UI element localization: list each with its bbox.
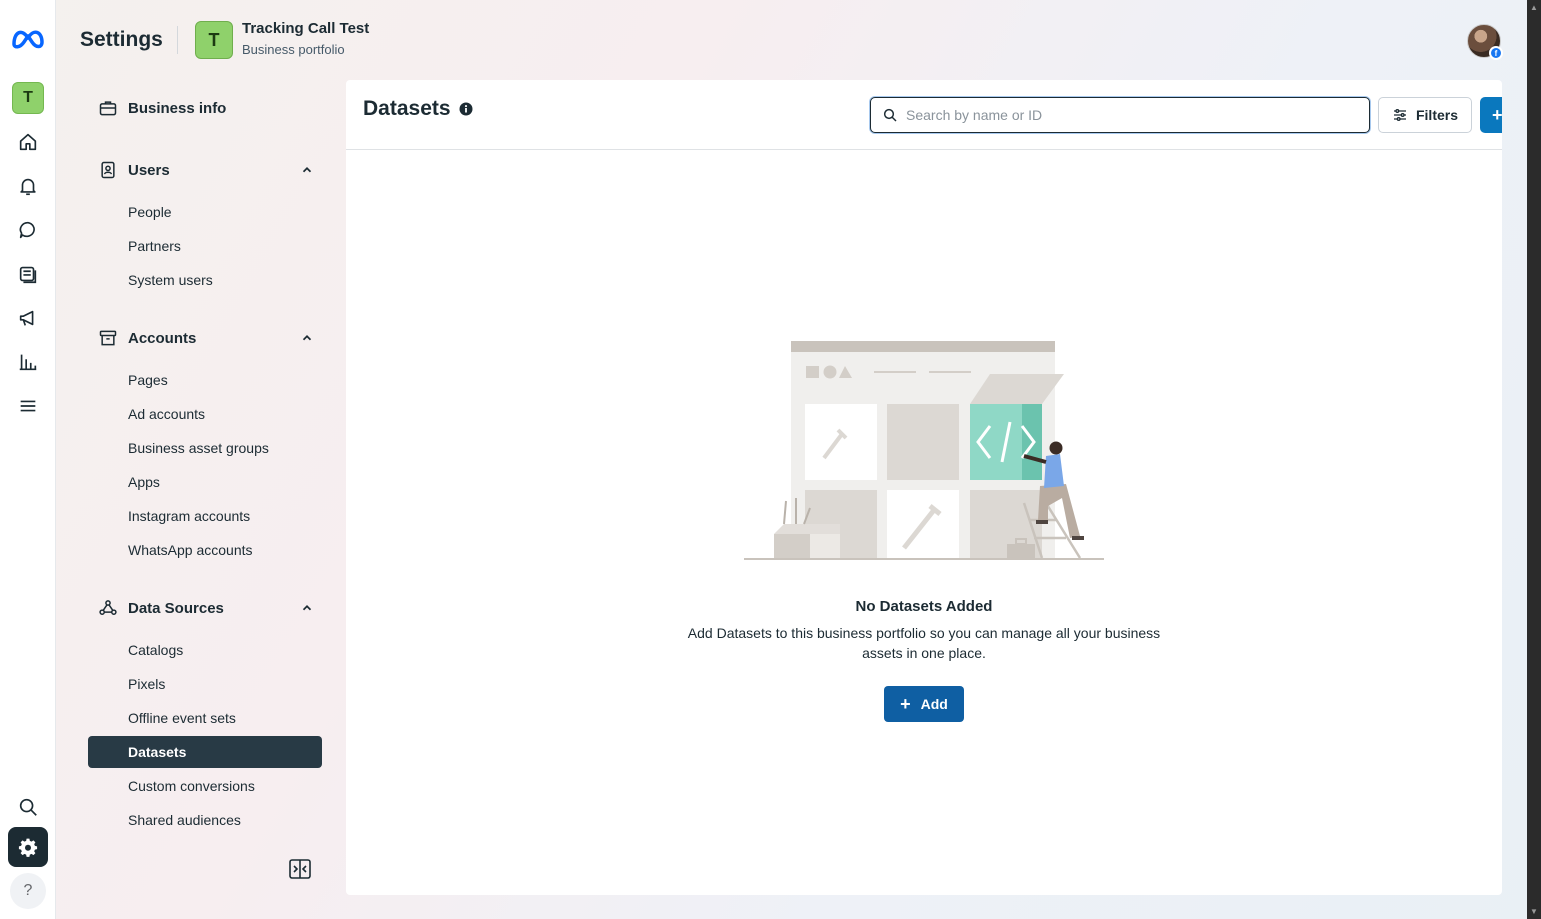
- chevron-up-icon[interactable]: [292, 331, 322, 345]
- scroll-down-icon[interactable]: ▼: [1530, 907, 1538, 916]
- nav-item-custom-conversions[interactable]: Custom conversions: [88, 770, 322, 802]
- search-input[interactable]: [906, 107, 1346, 123]
- filters-label: Filters: [1415, 107, 1458, 123]
- scroll-up-icon[interactable]: ▲: [1530, 3, 1538, 12]
- filters-button[interactable]: Filters: [1378, 97, 1472, 133]
- datasets-panel: Datasets Filters +: [346, 80, 1502, 895]
- help-icon[interactable]: ?: [10, 873, 46, 909]
- bell-icon[interactable]: [16, 174, 40, 198]
- business-subtitle: Business portfolio: [242, 42, 345, 57]
- nav-business-info[interactable]: Business info: [88, 90, 322, 126]
- empty-state-title: No Datasets Added: [855, 598, 993, 615]
- facebook-badge-icon: f: [1489, 46, 1503, 60]
- left-rail: T ?: [0, 0, 56, 919]
- nav-item-offline-event-sets[interactable]: Offline event sets: [88, 702, 322, 734]
- plus-icon: +: [900, 694, 911, 714]
- nav-item-ad-accounts[interactable]: Ad accounts: [88, 398, 322, 430]
- page-title: Datasets: [363, 97, 451, 120]
- nav-section-users[interactable]: Users: [88, 152, 322, 188]
- search-icon: [883, 108, 897, 122]
- user-card-icon: [88, 160, 128, 180]
- header-divider: [177, 26, 178, 54]
- briefcase-icon: [88, 98, 128, 118]
- nav-section-data-sources[interactable]: Data Sources: [88, 590, 322, 626]
- nav-item-pixels[interactable]: Pixels: [88, 668, 322, 700]
- meta-logo-icon[interactable]: [10, 24, 46, 52]
- nav-item-instagram-accounts[interactable]: Instagram accounts: [88, 500, 322, 532]
- business-name[interactable]: Tracking Call Test: [242, 20, 369, 37]
- nav-item-people[interactable]: People: [88, 196, 322, 228]
- business-avatar[interactable]: T: [195, 21, 233, 59]
- chat-icon[interactable]: [16, 218, 40, 242]
- nav-item-partners[interactable]: Partners: [88, 230, 322, 262]
- search-box[interactable]: [870, 97, 1370, 133]
- workspace-avatar[interactable]: T: [12, 82, 44, 114]
- megaphone-icon[interactable]: [16, 306, 40, 330]
- nav-item-system-users[interactable]: System users: [88, 264, 322, 296]
- nav-item-catalogs[interactable]: Catalogs: [88, 634, 322, 666]
- chevron-up-icon[interactable]: [292, 601, 322, 615]
- chevron-up-icon[interactable]: [292, 163, 322, 177]
- settings-button[interactable]: [8, 827, 48, 867]
- page-header-title: Settings: [80, 28, 163, 51]
- insights-icon[interactable]: [16, 350, 40, 374]
- pages-icon[interactable]: [16, 262, 40, 286]
- nav-item-whatsapp-accounts[interactable]: WhatsApp accounts: [88, 534, 322, 566]
- panel-header: Datasets Filters +: [346, 80, 1502, 150]
- add-dataset-button[interactable]: +: [1480, 97, 1502, 133]
- nav-section-accounts[interactable]: Accounts: [88, 320, 322, 356]
- info-icon[interactable]: [459, 102, 473, 116]
- home-icon[interactable]: [16, 130, 40, 154]
- collapse-sidebar-icon[interactable]: [289, 859, 311, 879]
- add-button[interactable]: + Add: [884, 686, 964, 722]
- settings-icon: [18, 838, 38, 857]
- nav-business-info-label: Business info: [128, 99, 227, 117]
- menu-icon[interactable]: [16, 394, 40, 418]
- empty-state-description: Add Datasets to this business portfolio …: [687, 625, 1161, 661]
- window-scrollbar[interactable]: ▲ ▼: [1527, 0, 1541, 919]
- nav-item-datasets[interactable]: Datasets: [88, 736, 322, 768]
- nav-item-apps[interactable]: Apps: [88, 466, 322, 498]
- filters-icon: [1393, 109, 1406, 121]
- nav-section-users-label: Users: [128, 161, 170, 179]
- data-sources-icon: [88, 598, 128, 618]
- nav-item-pages[interactable]: Pages: [88, 364, 322, 396]
- search-icon[interactable]: [16, 795, 40, 819]
- add-button-label: Add: [920, 696, 948, 712]
- nav-section-data-sources-label: Data Sources: [128, 599, 224, 617]
- user-avatar[interactable]: f: [1467, 24, 1503, 60]
- nav-item-business-asset-groups[interactable]: Business asset groups: [88, 432, 322, 464]
- nav-section-accounts-label: Accounts: [128, 329, 197, 347]
- empty-state-illustration: [744, 341, 1104, 560]
- nav-item-shared-audiences[interactable]: Shared audiences: [88, 804, 322, 836]
- archive-icon: [88, 328, 128, 348]
